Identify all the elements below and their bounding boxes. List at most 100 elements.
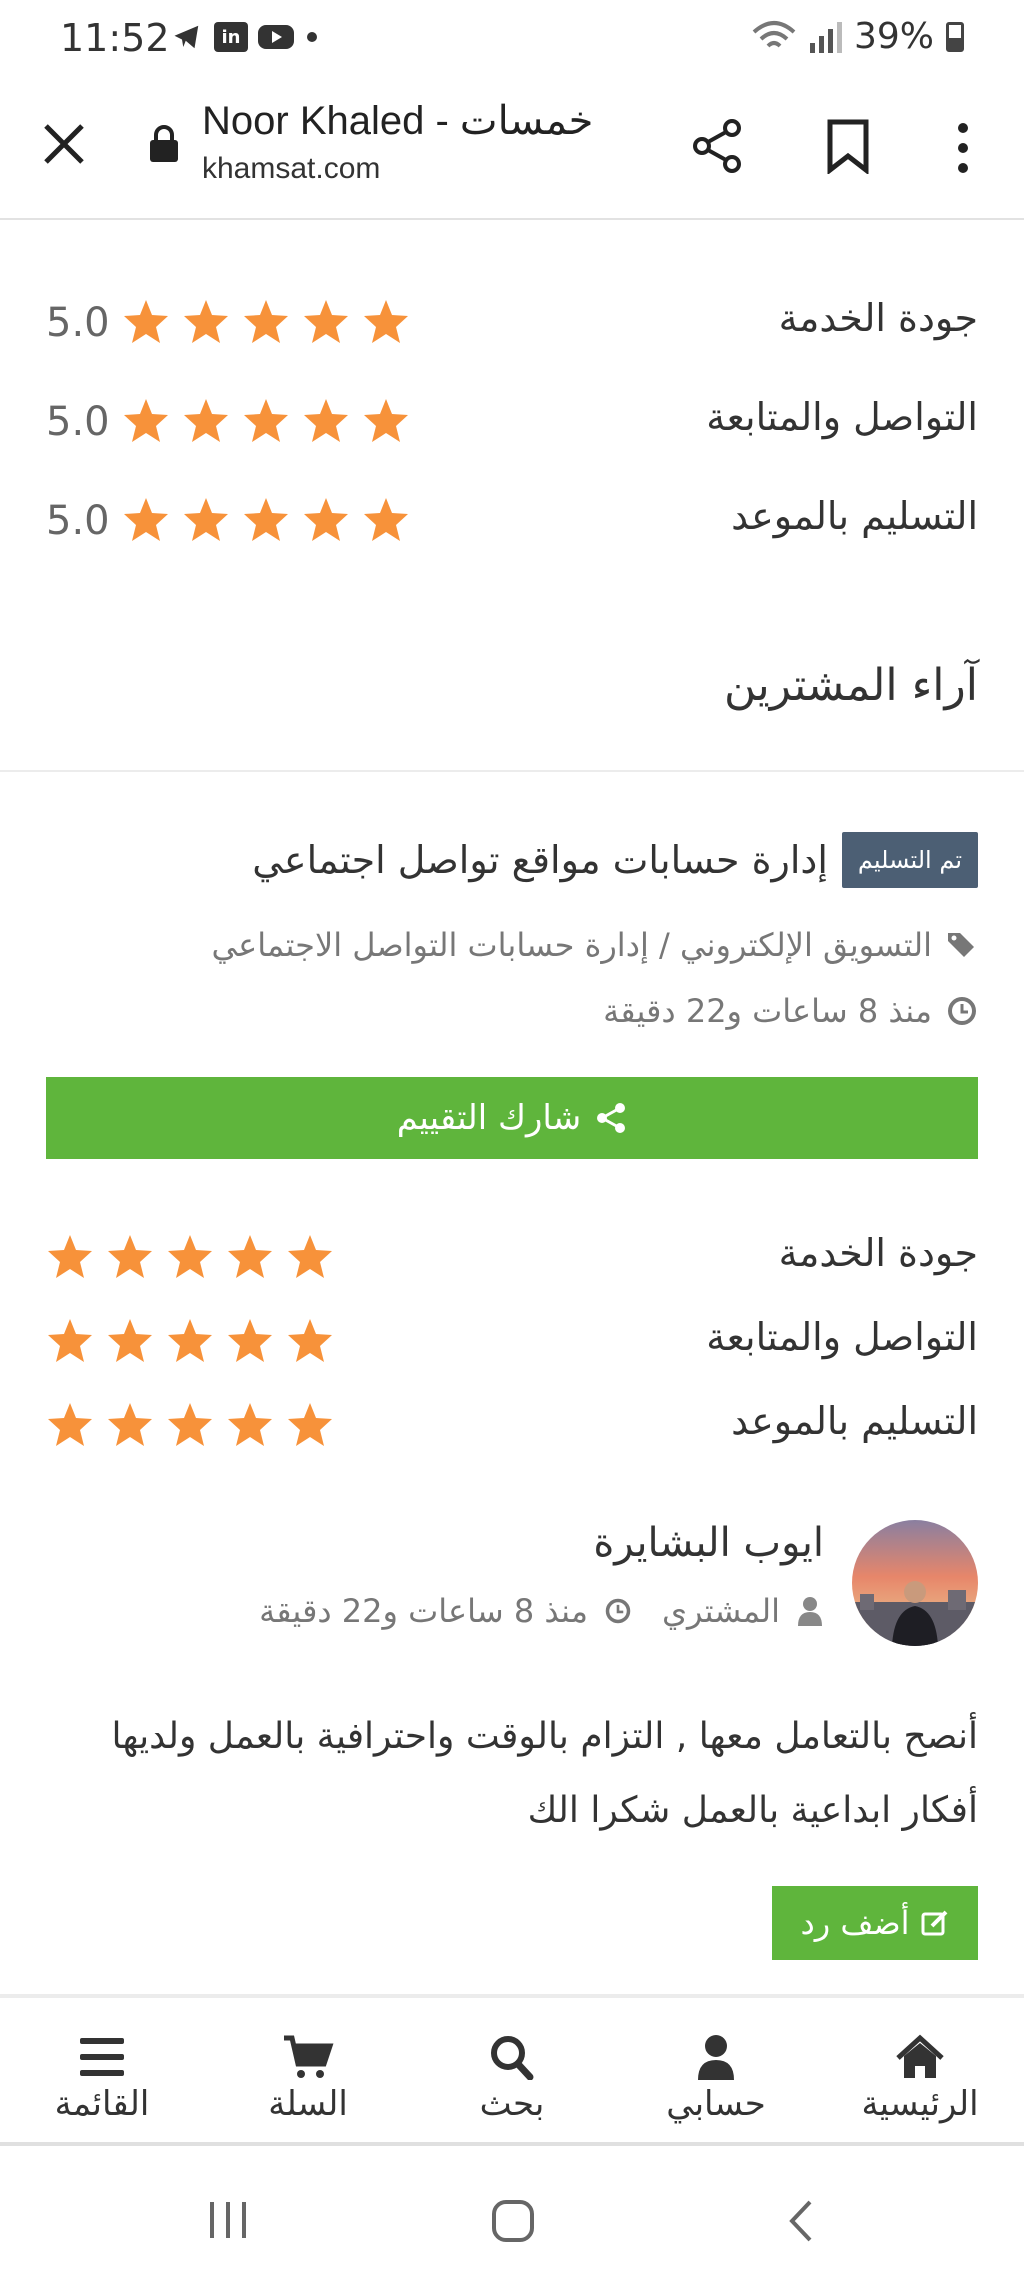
nav-label: الرئيسية: [861, 2084, 979, 2124]
section-title: آراء المشترين: [724, 660, 978, 711]
status-badge: تم التسليم: [841, 832, 978, 888]
status-time: 11:52: [60, 16, 170, 60]
star-icon: [108, 1235, 152, 1278]
home-button-icon[interactable]: [490, 2198, 536, 2244]
reviewer-time: منذ 8 ساعات و22 دقيقة: [259, 1592, 588, 1630]
star-rating: [46, 1317, 334, 1365]
youtube-icon: [258, 25, 294, 49]
reviewer-role: المشتري: [661, 1592, 780, 1630]
star-icon: [228, 1319, 272, 1362]
dot-icon: [307, 32, 317, 42]
signal-icon: [809, 21, 842, 53]
star-rating: [122, 397, 410, 445]
share-icon[interactable]: [690, 118, 746, 174]
star-icon: [364, 399, 408, 442]
star-icon: [288, 1235, 332, 1278]
star-icon: [244, 498, 288, 541]
share-rating-button[interactable]: شارك التقييم: [46, 1077, 978, 1159]
star-icon: [48, 1319, 92, 1362]
star-rating: [46, 1233, 334, 1281]
category-line: التسويق الإلكتروني / إدارة حسابات التواص…: [211, 926, 978, 964]
review-rating-delivery: التسليم بالموعد: [46, 1393, 978, 1463]
service-name-link[interactable]: إدارة حسابات مواقع تواصل اجتماعي: [252, 838, 828, 882]
star-icon: [184, 300, 228, 343]
rating-label: جودة الخدمة: [778, 1231, 978, 1275]
star-icon: [168, 1403, 212, 1446]
status-bar: 11:52 in 39%: [0, 0, 1024, 80]
star-icon: [124, 300, 168, 343]
star-icon: [244, 399, 288, 442]
star-icon: [184, 399, 228, 442]
close-icon[interactable]: [38, 118, 90, 170]
rating-label: التسليم بالموعد: [731, 494, 978, 538]
summary-rating-communication: التواصل والمتابعة 5.0: [46, 389, 978, 459]
review-service-header: تم التسليم إدارة حسابات مواقع تواصل اجتم…: [252, 832, 978, 888]
recents-icon[interactable]: [206, 2200, 250, 2240]
page-title: Noor Khaled - خمسات: [202, 99, 594, 143]
category-link[interactable]: التسويق الإلكتروني / إدارة حسابات التواص…: [211, 926, 932, 964]
menu-icon: [80, 2038, 124, 2076]
reviewer-name[interactable]: ايوب البشايرة: [593, 1520, 824, 1566]
clock-icon: [948, 997, 976, 1025]
star-rating: [122, 298, 410, 346]
rating-label: التسليم بالموعد: [731, 1399, 978, 1443]
star-icon: [48, 1235, 92, 1278]
user-icon: [698, 2035, 734, 2080]
wifi-icon: [752, 20, 796, 47]
star-rating: [122, 496, 410, 544]
nav-label: السلة: [268, 2084, 348, 2124]
rating-label: التواصل والمتابعة: [706, 395, 978, 439]
bookmark-icon[interactable]: [824, 118, 872, 174]
divider: [0, 770, 1024, 772]
telegram-icon: [174, 25, 199, 49]
review-rating-quality: جودة الخدمة: [46, 1225, 978, 1295]
review-rating-communication: التواصل والمتابعة: [46, 1309, 978, 1379]
battery-percent: 39%: [853, 16, 934, 57]
system-navigation-bar: [0, 2150, 1024, 2283]
reviewer-meta: المشتري منذ 8 ساعات و22 دقيقة: [259, 1592, 824, 1630]
add-reply-button[interactable]: أضف رد: [772, 1886, 978, 1960]
summary-rating-delivery: التسليم بالموعد 5.0: [46, 488, 978, 558]
nav-label: القائمة: [54, 2084, 150, 2124]
star-icon: [364, 498, 408, 541]
page-url[interactable]: khamsat.com: [202, 152, 380, 186]
nav-search[interactable]: بحث: [422, 2034, 602, 2124]
user-icon: [798, 1597, 822, 1626]
star-icon: [184, 498, 228, 541]
nav-label: بحث: [479, 2084, 545, 2124]
rating-score: 5.0: [46, 300, 110, 346]
star-icon: [304, 498, 348, 541]
nav-cart[interactable]: السلة: [218, 2034, 398, 2124]
rating-label: التواصل والمتابعة: [706, 1315, 978, 1359]
nav-home[interactable]: الرئيسية: [830, 2034, 1010, 2124]
search-icon: [491, 2036, 534, 2080]
review-time: منذ 8 ساعات و22 دقيقة: [603, 992, 932, 1030]
clock-icon: [605, 1598, 631, 1624]
reviewer-avatar[interactable]: [852, 1520, 978, 1646]
bottom-nav: الرئيسية حسابي بحث السلة القائمة: [0, 1996, 1024, 2146]
review-text: أنصح بالتعامل معها , التزام بالوقت واحتر…: [46, 1700, 978, 1848]
lock-icon[interactable]: [148, 124, 180, 164]
system-status: 39%: [752, 16, 964, 57]
star-icon: [288, 1319, 332, 1362]
star-icon: [124, 498, 168, 541]
star-icon: [304, 300, 348, 343]
rating-label: جودة الخدمة: [778, 296, 978, 340]
star-icon: [168, 1319, 212, 1362]
star-icon: [108, 1319, 152, 1362]
star-icon: [108, 1403, 152, 1446]
share-rating-label: شارك التقييم: [396, 1098, 582, 1138]
star-icon: [244, 300, 288, 343]
time-line: منذ 8 ساعات و22 دقيقة: [603, 992, 978, 1030]
add-reply-label: أضف رد: [800, 1904, 910, 1942]
back-icon[interactable]: [784, 2198, 818, 2244]
more-options-icon[interactable]: [945, 120, 981, 176]
nav-menu[interactable]: القائمة: [12, 2034, 192, 2124]
rating-score: 5.0: [46, 399, 110, 445]
nav-account[interactable]: حسابي: [626, 2034, 806, 2124]
cart-icon: [284, 2035, 334, 2078]
notification-icons: in: [170, 22, 320, 52]
home-icon: [896, 2034, 944, 2078]
tags-icon: [948, 933, 974, 957]
battery-icon: [946, 21, 964, 52]
